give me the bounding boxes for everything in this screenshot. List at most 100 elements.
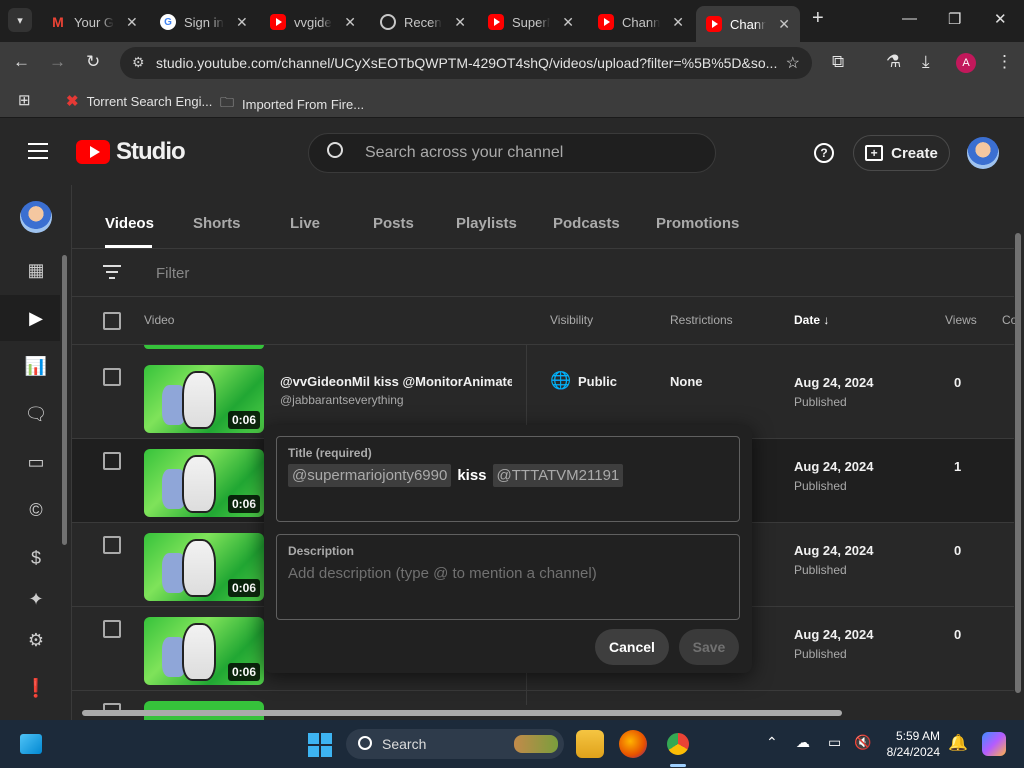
browser-tab-channel[interactable]: Channel ✕: [588, 8, 694, 36]
horizontal-scrollbar[interactable]: [82, 710, 842, 716]
cancel-button[interactable]: Cancel: [595, 629, 669, 665]
back-icon[interactable]: ←: [13, 52, 30, 72]
comments-icon[interactable]: 🗨: [25, 403, 48, 425]
settings-gear-icon[interactable]: ⚙: [25, 629, 47, 651]
feedback-icon[interactable]: ❗: [25, 677, 47, 699]
extensions-icon[interactable]: ⧉: [832, 52, 844, 72]
channel-search-input[interactable]: Search across your channel: [308, 133, 716, 173]
tab-live[interactable]: Live: [290, 215, 320, 232]
subtitles-icon[interactable]: ▭: [25, 451, 47, 473]
col-video[interactable]: Video: [144, 313, 174, 327]
windows-start-icon[interactable]: [308, 733, 332, 757]
tab-podcasts[interactable]: Podcasts: [553, 215, 620, 232]
profile-avatar[interactable]: A: [956, 53, 976, 73]
close-window-button[interactable]: ✕: [994, 10, 1007, 28]
content-icon[interactable]: ▶: [25, 307, 47, 329]
video-thumbnail[interactable]: 0:06: [144, 617, 264, 685]
analytics-icon[interactable]: 📊: [25, 355, 47, 377]
close-icon[interactable]: ✕: [672, 14, 684, 31]
close-icon[interactable]: ✕: [562, 14, 574, 31]
mention-chip[interactable]: @supermariojonty6990: [288, 464, 452, 487]
taskbar-search[interactable]: Search: [346, 729, 564, 759]
chrome-icon[interactable]: [664, 730, 692, 758]
firefox-icon[interactable]: [619, 730, 647, 758]
bookmark-folder-imported[interactable]: 🗀 Imported From Fire...: [220, 92, 364, 116]
col-restrictions[interactable]: Restrictions: [670, 313, 733, 327]
title-field[interactable]: Title (required) @supermariojonty6990 ki…: [276, 436, 740, 522]
network-offline-icon[interactable]: ☁: [796, 734, 810, 751]
reload-icon[interactable]: ↻: [86, 52, 100, 72]
create-button[interactable]: + Create: [853, 135, 950, 171]
channel-avatar[interactable]: [20, 201, 52, 233]
row-checkbox[interactable]: [103, 620, 121, 638]
apps-grid-icon[interactable]: ⊞: [18, 91, 31, 109]
tab-promotions[interactable]: Promotions: [656, 215, 739, 232]
menu-kebab-icon[interactable]: ⋮: [996, 52, 1013, 72]
close-icon[interactable]: ✕: [236, 14, 248, 31]
address-bar[interactable]: ⚙ studio.youtube.com/channel/UCyXsEOTbQW…: [120, 47, 812, 79]
site-settings-icon[interactable]: ⚙: [132, 54, 145, 71]
video-thumbnail[interactable]: 0:06: [144, 365, 264, 433]
chevron-up-icon[interactable]: ⌃: [766, 734, 778, 751]
close-icon[interactable]: ✕: [778, 16, 790, 33]
studio-logo[interactable]: Studio: [76, 138, 186, 166]
col-views[interactable]: Views: [945, 313, 977, 327]
tab-search-button[interactable]: ▾: [8, 8, 32, 32]
row-checkbox[interactable]: [103, 452, 121, 470]
mention-chip[interactable]: @TTTATVM21191: [492, 464, 624, 487]
col-date[interactable]: Date ↓: [794, 313, 829, 327]
copilot-icon[interactable]: [982, 732, 1006, 756]
video-views: 0: [954, 627, 962, 642]
row-checkbox[interactable]: [103, 536, 121, 554]
copyright-icon[interactable]: ©: [25, 499, 47, 521]
bookmark-torrent[interactable]: ✖ Torrent Search Engi...: [66, 92, 212, 110]
close-icon[interactable]: ✕: [126, 14, 138, 31]
browser-tab-channel-active[interactable]: Channel ✕: [696, 6, 800, 42]
video-thumbnail[interactable]: 0:06: [144, 533, 264, 601]
browser-tab-gmail[interactable]: M Your Gmail ✕: [40, 8, 150, 36]
tab-videos[interactable]: Videos: [105, 215, 154, 232]
vertical-scrollbar[interactable]: [1015, 233, 1021, 693]
tab-shorts[interactable]: Shorts: [193, 215, 241, 232]
save-button[interactable]: Save: [679, 629, 739, 665]
close-icon[interactable]: ✕: [344, 14, 356, 31]
tab-playlists[interactable]: Playlists: [456, 215, 517, 232]
dashboard-icon[interactable]: ▦: [25, 259, 47, 281]
earn-icon[interactable]: $: [25, 547, 47, 569]
labs-flask-icon[interactable]: ⚗: [886, 52, 901, 72]
account-avatar[interactable]: [967, 137, 999, 169]
download-icon[interactable]: ⤓: [922, 52, 930, 72]
browser-tab-recent[interactable]: Recent ✕: [370, 8, 476, 36]
forward-icon[interactable]: →: [49, 52, 66, 72]
minimize-button[interactable]: —: [902, 10, 917, 27]
display-icon[interactable]: ▭: [828, 734, 841, 751]
content-tabs: Videos Shorts Live Posts Playlists Podca…: [72, 185, 1014, 249]
nav-scrollbar[interactable]: [62, 255, 67, 545]
description-field[interactable]: Description Add description (type @ to m…: [276, 534, 740, 620]
maximize-button[interactable]: ❐: [948, 10, 961, 28]
browser-tab-superm[interactable]: SuperM ✕: [478, 8, 584, 36]
title-content[interactable]: @supermariojonty6990 kiss @TTTATVM21191: [288, 464, 624, 487]
visibility-value[interactable]: Public: [578, 374, 617, 389]
file-explorer-icon[interactable]: [576, 730, 604, 758]
row-checkbox[interactable]: [103, 368, 121, 386]
select-all-checkbox[interactable]: [103, 312, 121, 330]
volume-muted-icon[interactable]: 🔇: [854, 734, 871, 751]
widgets-icon[interactable]: [20, 734, 42, 754]
video-thumbnail[interactable]: 0:06: [144, 449, 264, 517]
bookmark-star-icon[interactable]: ☆: [786, 53, 800, 73]
video-title[interactable]: @vvGideonMil kiss @MonitorAnimate...: [280, 374, 512, 389]
help-icon[interactable]: ?: [814, 143, 834, 163]
filter-icon[interactable]: [103, 265, 121, 279]
col-visibility[interactable]: Visibility: [550, 313, 593, 327]
browser-tab-sign-in[interactable]: G Sign in ✕: [150, 8, 258, 36]
new-tab-button[interactable]: +: [812, 7, 824, 30]
tab-posts[interactable]: Posts: [373, 215, 414, 232]
customization-icon[interactable]: ✦: [25, 593, 47, 605]
filter-input[interactable]: Filter: [156, 265, 189, 282]
system-clock[interactable]: 5:59 AM 8/24/2024: [878, 728, 940, 760]
hamburger-menu-icon[interactable]: [28, 143, 48, 159]
browser-tab-vvgideon[interactable]: vvgideon ✕: [260, 8, 366, 36]
notification-bell-icon[interactable]: 🔔: [948, 733, 968, 753]
close-icon[interactable]: ✕: [454, 14, 466, 31]
